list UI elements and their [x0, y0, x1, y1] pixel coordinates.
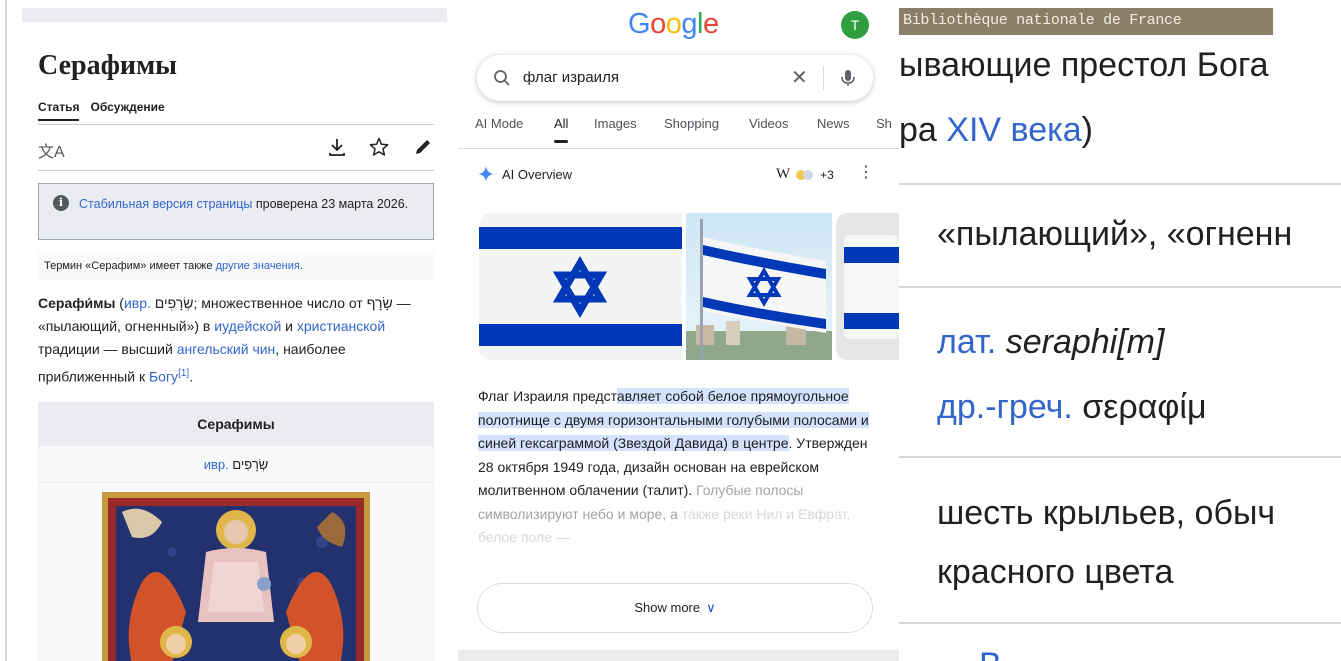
tab-all[interactable]: All	[554, 116, 569, 143]
hebrew-link[interactable]: ивр.	[204, 457, 229, 472]
hatnote: Термин «Серафим» имеет также другие знач…	[38, 252, 434, 280]
reference-link[interactable]: [1]	[178, 368, 189, 379]
clear-icon[interactable]: ✕	[791, 65, 808, 90]
image-strip	[479, 213, 899, 360]
tabs-divider	[38, 124, 434, 125]
lead-paragraph: Серафи́мы (ивр. שְׂרָפִים; множественное…	[38, 295, 411, 385]
row-divider	[899, 183, 1341, 185]
christian-link[interactable]: христианской	[297, 318, 385, 334]
sparkle-icon	[478, 166, 494, 182]
tab-images[interactable]: Images	[594, 116, 637, 131]
israel-flag-photo-image[interactable]	[686, 213, 832, 360]
ai-overview-heading: AI Overview	[478, 166, 572, 182]
zoom-line-2: ра XIV века)	[899, 111, 1093, 149]
scrollbar-edge	[5, 0, 7, 661]
tab-news[interactable]: News	[817, 116, 850, 131]
page-tabs: Статья Обсуждение	[38, 100, 165, 121]
notice-text: Стабильная версия страницы проверена 23 …	[79, 197, 409, 211]
mic-icon[interactable]	[837, 67, 859, 89]
infobox-header: Серафимы	[39, 403, 433, 446]
zoomed-wikipedia-panel: Bibliothèque nationale de France ывающие…	[899, 0, 1341, 661]
century-link[interactable]: XIV века	[946, 111, 1081, 149]
tab-videos[interactable]: Videos	[749, 116, 789, 131]
avatar[interactable]: T	[841, 11, 869, 39]
tab-article[interactable]: Статья	[38, 100, 80, 121]
row-divider	[899, 622, 1341, 624]
zoom-line-1: ывающие престол Бога	[899, 46, 1269, 84]
zoom-line-7: красного цвета	[937, 553, 1174, 591]
wikipedia-panel: Серафимы Статья Обсуждение 文A i Стабильн…	[0, 0, 458, 661]
judaism-link[interactable]: иудейской	[214, 318, 281, 334]
seraphim-miniature-image[interactable]	[102, 492, 370, 661]
ai-overview-text: Флаг Израиля представляет собой белое пр…	[478, 388, 869, 545]
page-toolbar: 文A	[38, 136, 434, 162]
bottom-strip	[458, 650, 899, 661]
ai-sources[interactable]: W +3	[776, 166, 834, 183]
infobox: Серафимы ивр. שְׂרָפִים	[38, 402, 434, 661]
toolbar-divider	[38, 170, 434, 171]
translate-icon[interactable]: 文A	[38, 138, 65, 162]
search-divider	[823, 66, 824, 90]
header-strip	[22, 8, 447, 22]
tab-ai-mode[interactable]: AI Mode	[475, 116, 523, 131]
edit-icon[interactable]	[412, 136, 434, 158]
search-box[interactable]: флаг израиля ✕	[477, 55, 873, 101]
tab-shopping-cut[interactable]: Sh	[876, 116, 892, 131]
latin-link[interactable]: лат.	[937, 323, 996, 361]
israel-flag-image-cut[interactable]	[836, 213, 899, 360]
hebrew-link[interactable]: ивр.	[124, 295, 151, 311]
search-icon	[494, 70, 510, 86]
stable-version-link[interactable]: Стабильная версия страницы	[79, 197, 252, 211]
star-icon[interactable]	[368, 136, 390, 158]
chevron-down-icon: ∨	[706, 600, 716, 615]
zoom-line-3: «пылающий», «огненн	[937, 215, 1293, 253]
sources-count: +3	[820, 167, 834, 182]
google-panel: Google T флаг израиля ✕ AI Mode All Imag…	[458, 0, 899, 661]
other-meanings-link[interactable]: другие значения	[216, 260, 300, 272]
row-divider	[899, 286, 1341, 288]
infobox-subtitle: ивр. שְׂרָפִים	[39, 446, 433, 483]
tabs-divider	[458, 148, 899, 149]
greek-link[interactable]: др.-греч.	[937, 388, 1073, 426]
god-link[interactable]: Богу	[149, 369, 178, 385]
zoom-line-8: В	[979, 646, 1002, 661]
tab-talk[interactable]: Обсуждение	[90, 100, 164, 121]
search-query[interactable]: флаг израиля	[523, 69, 619, 86]
angelic-order-link[interactable]: ангельский чин	[177, 341, 276, 357]
wikipedia-source-icon: W	[776, 166, 791, 182]
google-logo[interactable]: Google	[628, 8, 719, 41]
info-icon: i	[53, 195, 69, 211]
stable-version-notice: i Стабильная версия страницы проверена 2…	[38, 183, 434, 240]
show-more-button[interactable]: Show more ∨	[477, 583, 873, 633]
zoom-line-6: шесть крыльев, обыч	[937, 494, 1276, 532]
download-icon[interactable]	[326, 136, 348, 158]
more-options-icon[interactable]: ⋮	[858, 162, 874, 182]
zoom-line-4: лат. seraphi[m]	[937, 323, 1165, 361]
source-favicons-icon	[796, 169, 814, 180]
tab-shopping[interactable]: Shopping	[664, 116, 719, 131]
page-title: Серафимы	[38, 50, 178, 81]
row-divider	[899, 456, 1341, 458]
image-caption-banner: Bibliothèque nationale de France	[899, 8, 1273, 35]
zoom-line-5: др.-греч. σεραφίμ	[937, 388, 1207, 426]
israel-flag-image[interactable]	[479, 213, 682, 360]
